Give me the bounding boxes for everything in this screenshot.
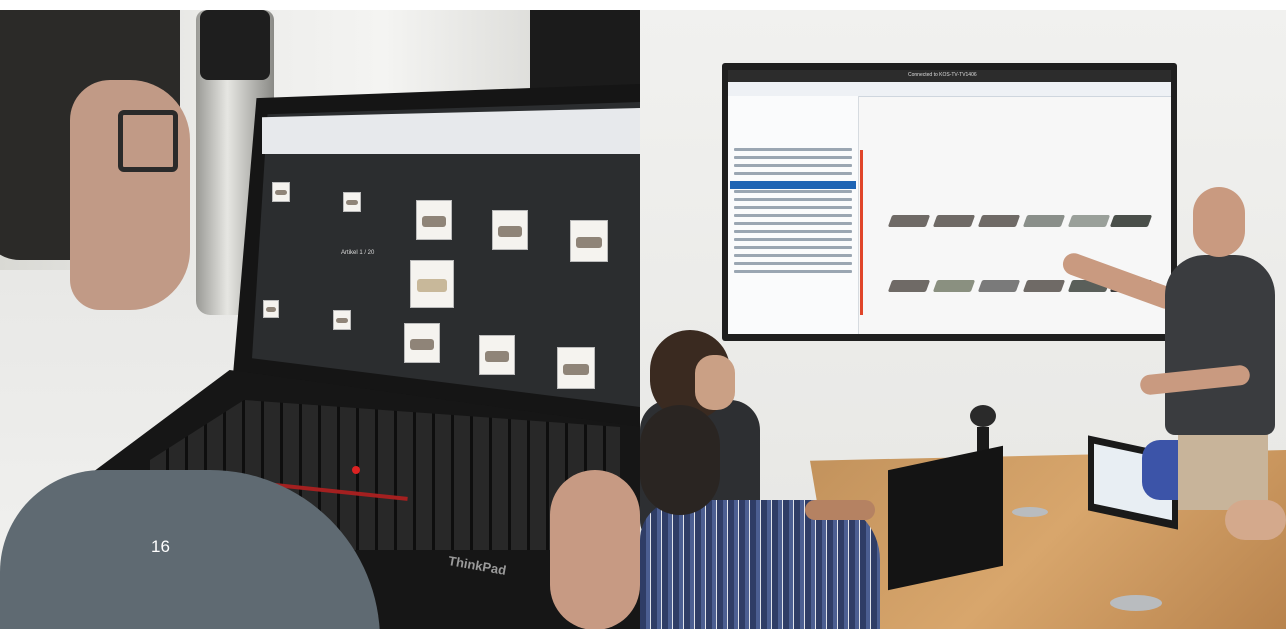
conference-camera — [970, 405, 996, 427]
notebook-menu-bar — [728, 82, 1171, 97]
monitor-title: Connected to KOS-TV-TV1406 — [908, 72, 977, 78]
sofa-render — [887, 215, 931, 227]
sofa-thumbnail — [492, 210, 528, 250]
sofa-thumbnail — [272, 182, 290, 202]
sofa-render — [932, 280, 976, 292]
selected-file — [730, 181, 856, 189]
sofa-render — [932, 215, 976, 227]
person-hand — [550, 470, 640, 629]
sofa-thumbnail — [410, 260, 454, 308]
person-hands — [1225, 500, 1286, 540]
laptop — [888, 445, 1003, 591]
sofa-render — [1067, 215, 1111, 227]
sofa-thumbnail — [416, 200, 452, 240]
screen-heading: Artikel 1 / 20 — [341, 250, 375, 256]
presenter-head — [1193, 187, 1245, 257]
sofa-render — [1022, 215, 1066, 227]
monitor-title-bar: Connected to KOS-TV-TV1406 — [728, 70, 1171, 82]
glasses — [118, 110, 178, 172]
sofa-thumbnail — [263, 300, 279, 318]
sofa-render — [1109, 215, 1153, 227]
page-number: 16 — [151, 537, 170, 556]
attendee-face — [695, 355, 735, 410]
table-grommet — [1012, 507, 1048, 517]
sofa-render — [977, 215, 1021, 227]
laptop-photo: Artikel 1 / 20 ThinkPad — [0, 10, 640, 629]
attendee-head — [640, 405, 720, 515]
sofa-render — [887, 280, 931, 292]
sofa-thumbnail — [479, 335, 515, 375]
sofa-thumbnail — [404, 323, 440, 363]
sofa-render — [1022, 280, 1066, 292]
presenter — [1165, 255, 1275, 435]
sofa-thumbnail — [333, 310, 351, 330]
meeting-photo: Connected to KOS-TV-TV1406 — [640, 10, 1286, 629]
trackpoint — [352, 466, 360, 474]
active-cell-indicator — [860, 150, 863, 315]
sofa-render — [977, 280, 1021, 292]
table-grommet — [1110, 595, 1162, 611]
file-browser-panel — [728, 96, 859, 334]
sofa-thumbnail — [557, 347, 595, 389]
sofa-thumbnail — [570, 220, 608, 262]
sofa-thumbnail — [343, 192, 361, 212]
attendee-hand — [805, 500, 875, 520]
bottle-cap — [200, 10, 270, 80]
